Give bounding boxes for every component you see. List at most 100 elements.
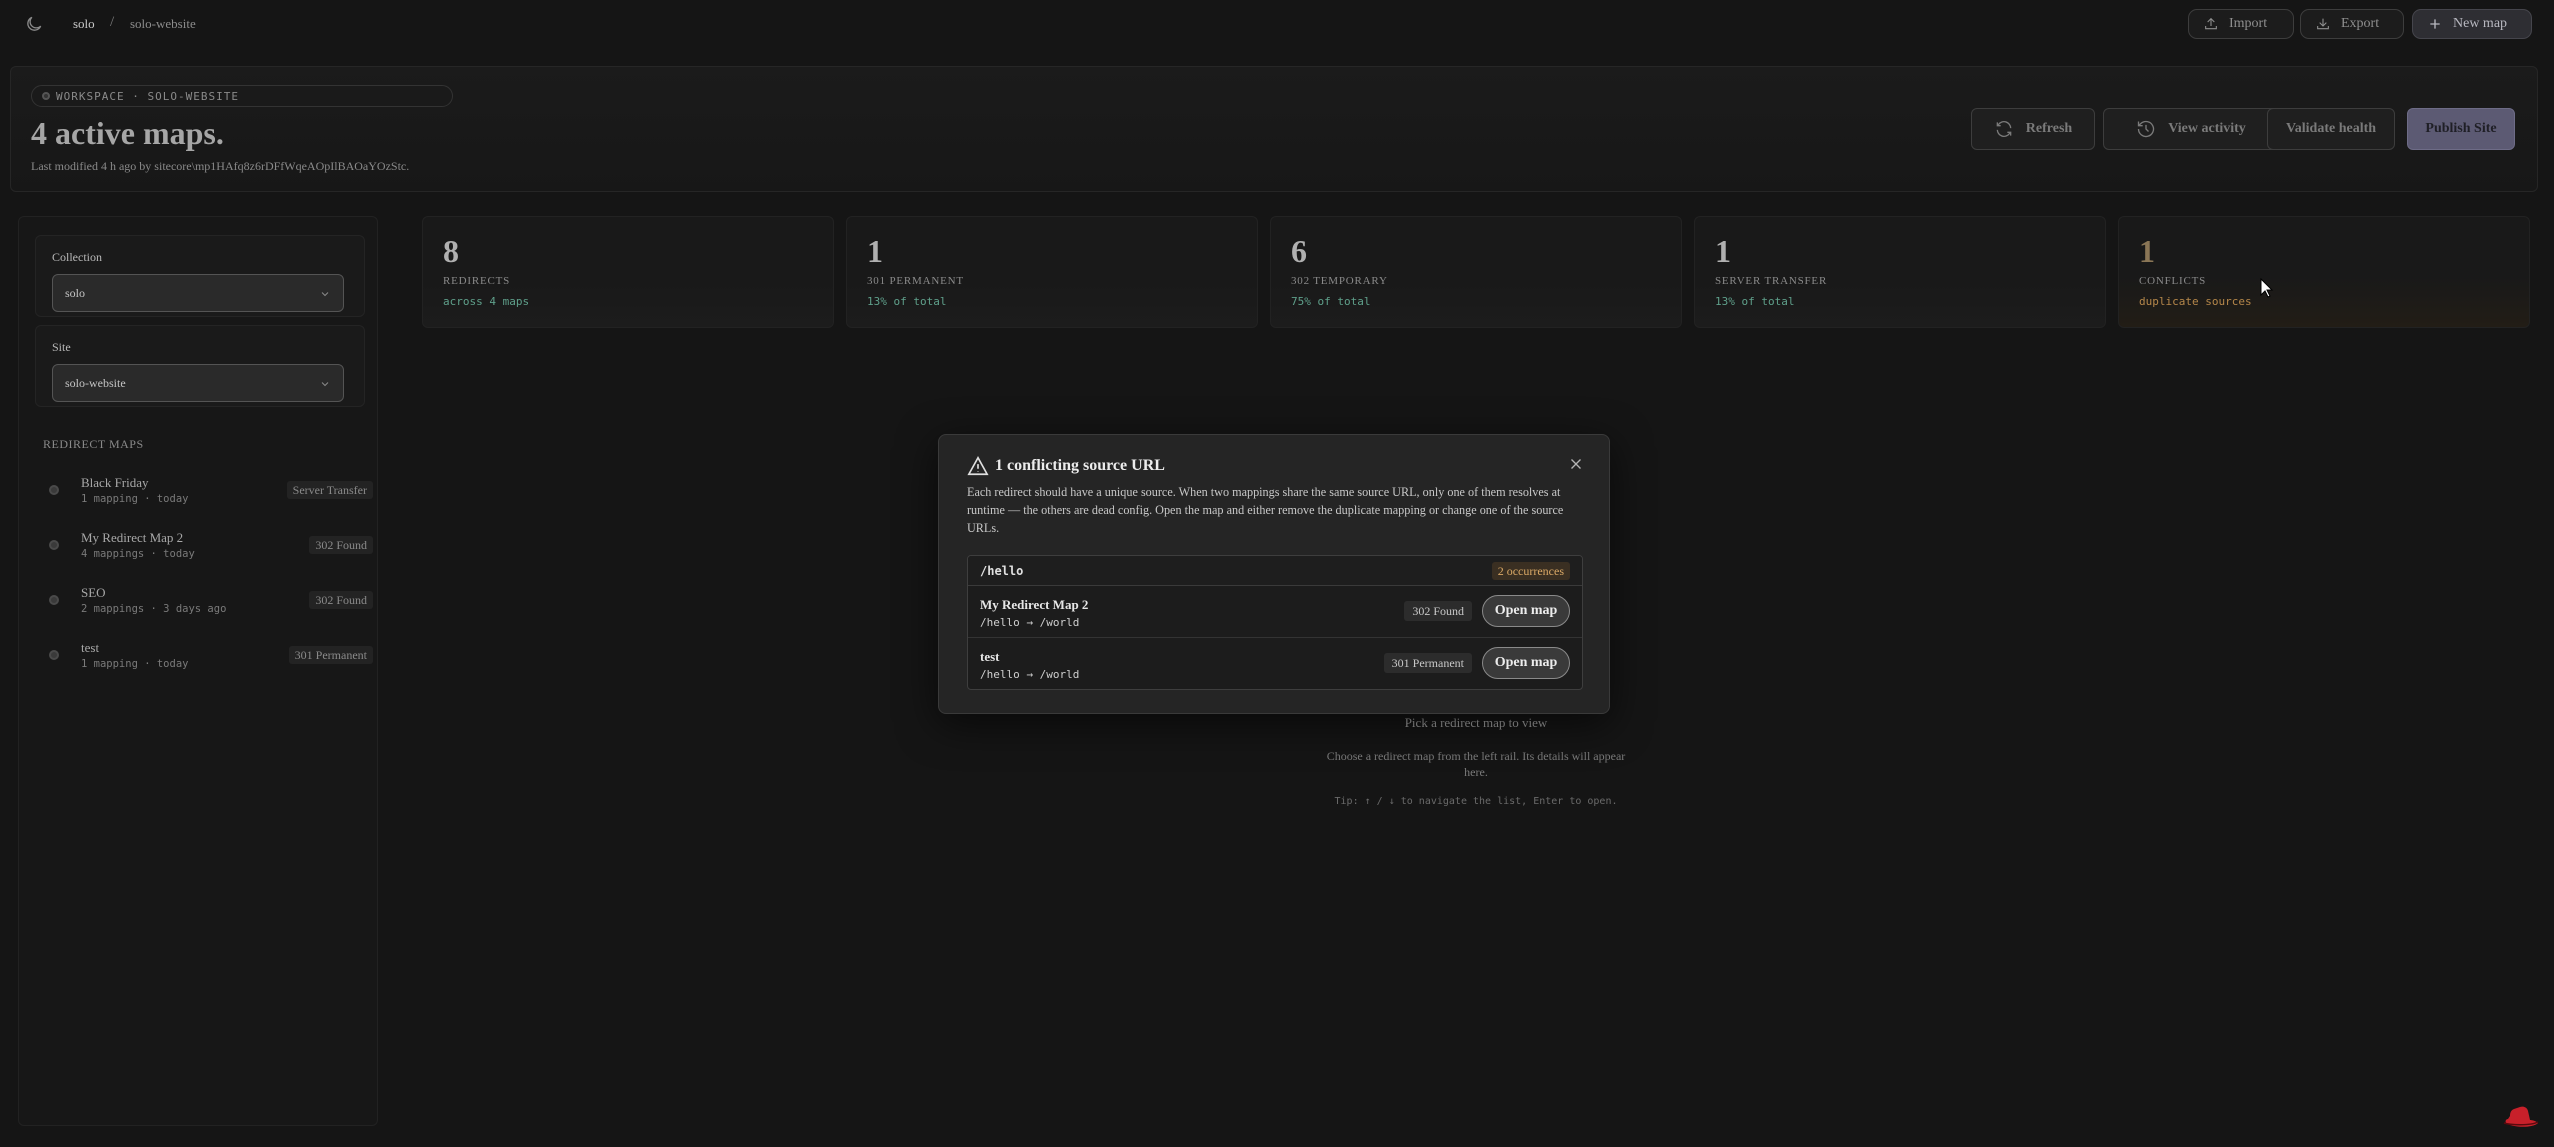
map-meta: 1 mapping · today [81, 493, 189, 505]
stat-subtext: across 4 maps [443, 295, 530, 308]
stat-value: 1 [2139, 233, 2155, 269]
stat-card-302: 6 302 TEMPORARY 75% of total [1270, 216, 1682, 328]
open-map-button[interactable]: Open map [1482, 595, 1570, 627]
view-activity-button[interactable]: View activity [2103, 108, 2279, 150]
new-map-label: New map [2453, 16, 2508, 31]
stat-value: 8 [443, 233, 459, 269]
stat-subtext: 13% of total [1715, 295, 1795, 308]
map-list-item[interactable]: SEO 2 mappings · 3 days ago 302 Found [43, 585, 373, 635]
history-icon [2138, 120, 2155, 138]
map-name: My Redirect Map 2 [81, 530, 184, 545]
stat-subtext: 75% of total [1291, 295, 1371, 308]
conflict-path: /hello → /world [980, 668, 1080, 681]
site-field: Site solo-website [35, 325, 365, 407]
stat-value: 1 [867, 233, 883, 269]
new-map-button[interactable]: New map [2412, 9, 2532, 39]
map-type-badge: 302 Found [309, 591, 373, 609]
map-status-dot [49, 595, 59, 605]
map-name: Black Friday [81, 475, 149, 490]
collection-label: Collection [52, 250, 102, 264]
empty-state-title: Pick a redirect map to view [1404, 715, 1548, 730]
redirect-maps-heading: REDIRECT MAPS [43, 437, 144, 451]
conflict-path: /hello → /world [980, 616, 1080, 629]
map-meta: 1 mapping · today [81, 658, 189, 670]
collection-value: solo [65, 285, 86, 300]
view-activity-label: View activity [2168, 121, 2246, 136]
refresh-icon [1996, 120, 2012, 138]
collection-field: Collection solo [35, 235, 365, 317]
last-modified: Last modified 4 h ago by sitecore\mp1HAf… [31, 159, 410, 173]
conflict-map-name: My Redirect Map 2 [980, 597, 1089, 612]
workspace-pill: WORKSPACE · SOLO-WEBSITE [31, 85, 453, 107]
map-meta: 4 mappings · today [81, 548, 195, 560]
map-status-dot [49, 540, 59, 550]
import-label: Import [2229, 16, 2268, 31]
map-list-item[interactable]: Black Friday 1 mapping · today Server Tr… [43, 475, 373, 525]
site-value: solo-website [65, 375, 126, 390]
stat-card-conflicts[interactable]: 1 CONFLICTS duplicate sources [2118, 216, 2530, 328]
map-name: test [81, 640, 100, 655]
stat-card-redirects: 8 REDIRECTS across 4 maps [422, 216, 834, 328]
top-bar: solo / solo-website Import Export New ma… [0, 0, 2554, 48]
stat-card-301: 1 301 PERMANENT 13% of total [846, 216, 1258, 328]
moon-icon[interactable] [24, 14, 44, 34]
stat-label: REDIRECTS [443, 275, 511, 287]
validate-health-button[interactable]: Validate health [2267, 108, 2395, 150]
refresh-label: Refresh [2025, 121, 2073, 136]
map-name: SEO [81, 585, 106, 600]
site-select[interactable]: solo-website [52, 364, 344, 402]
occurrences-badge: 2 occurrences [1491, 562, 1570, 580]
download-icon [2317, 18, 2329, 30]
stat-subtext: 13% of total [867, 295, 947, 308]
page-title: 4 active maps. [31, 115, 224, 151]
mouse-cursor-icon [2260, 278, 2274, 298]
conflict-table: /hello 2 occurrences My Redirect Map 2 /… [967, 555, 1583, 690]
workspace-pill-label: WORKSPACE · SOLO-WEBSITE [56, 89, 239, 103]
stat-value: 6 [1291, 233, 1307, 269]
conflict-status-badge: 302 Found [1404, 601, 1472, 621]
map-status-dot [49, 650, 59, 660]
map-list-item[interactable]: test 1 mapping · today 301 Permanent [43, 640, 373, 690]
export-label: Export [2341, 16, 2380, 31]
validate-health-label: Validate health [2285, 121, 2377, 136]
conflicts-dialog: 1 conflicting source URL Each redirect s… [938, 434, 1610, 714]
red-hat-logo-icon [2503, 1106, 2539, 1127]
map-type-badge: 302 Found [309, 536, 373, 554]
conflict-status-badge: 301 Permanent [1383, 653, 1472, 673]
chevron-down-icon [321, 382, 329, 387]
open-map-button[interactable]: Open map [1482, 647, 1570, 679]
dialog-title: 1 conflicting source URL [995, 457, 1165, 474]
status-dot-icon [42, 92, 50, 100]
dialog-description: Each redirect should have a unique sourc… [967, 485, 1564, 535]
refresh-button[interactable]: Refresh [1971, 108, 2095, 150]
empty-state-tip: Tip: ↑ / ↓ to navigate the list, Enter t… [1334, 796, 1618, 807]
collection-select[interactable]: solo [52, 274, 344, 312]
left-rail: Collection solo Site solo-website REDIRE… [18, 216, 378, 1126]
stat-label: 301 PERMANENT [867, 275, 964, 287]
breadcrumb-site[interactable]: solo-website [130, 16, 196, 32]
stat-subtext: duplicate sources [2139, 295, 2252, 308]
close-icon[interactable] [1567, 455, 1585, 473]
upload-icon [2205, 17, 2217, 30]
stat-label: 302 TEMPORARY [1291, 275, 1388, 287]
map-list-item[interactable]: My Redirect Map 2 4 mappings · today 302… [43, 530, 373, 580]
map-status-dot [49, 485, 59, 495]
publish-site-label: Publish Site [2425, 121, 2497, 136]
conflict-header: /hello 2 occurrences [968, 556, 1582, 586]
map-type-badge: 301 Permanent [288, 646, 373, 664]
publish-site-button[interactable]: Publish Site [2407, 108, 2515, 150]
breadcrumb-separator: / [110, 14, 115, 30]
map-type-badge: Server Transfer [286, 481, 373, 499]
stat-label: CONFLICTS [2139, 275, 2207, 287]
conflict-row: test /hello → /world 301 Permanent Open … [968, 638, 1582, 689]
stat-value: 1 [1715, 233, 1731, 269]
breadcrumb-workspace[interactable]: solo [73, 16, 95, 32]
conflict-source-url: /hello [980, 564, 1024, 578]
export-button[interactable]: Export [2300, 9, 2404, 39]
stat-card-server-transfer: 1 SERVER TRANSFER 13% of total [1694, 216, 2106, 328]
import-button[interactable]: Import [2188, 9, 2294, 39]
stat-label: SERVER TRANSFER [1715, 275, 1828, 287]
conflict-map-name: test [980, 649, 1000, 664]
warning-icon [967, 456, 989, 476]
chevron-down-icon [321, 292, 329, 297]
